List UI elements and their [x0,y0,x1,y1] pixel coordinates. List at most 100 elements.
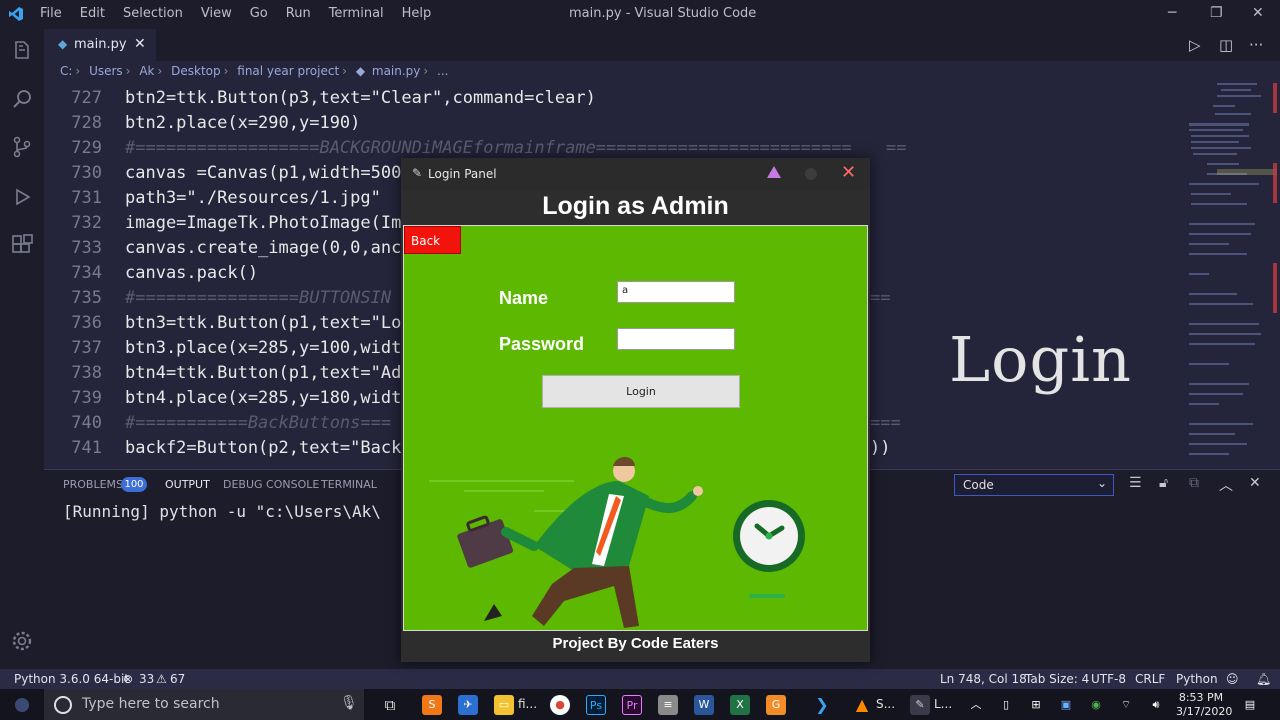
battery-icon[interactable]: ▯ [996,695,1016,715]
tab-label: main.py [74,37,127,52]
status-tab-size[interactable]: Tab Size: 4 [1025,672,1089,686]
status-encoding[interactable]: UTF-8 [1091,672,1126,686]
error-icon[interactable]: ⊗ [123,672,133,686]
maximize-icon[interactable]: ❐ [1210,5,1223,21]
taskbar-label: fi... [518,697,538,711]
close-dialog-icon[interactable]: ✕ [841,162,856,183]
status-errors[interactable]: 33 [139,672,154,686]
app-icon[interactable]: G [766,695,786,715]
excel-icon[interactable]: X [730,695,750,715]
explorer-icon[interactable] [10,39,34,63]
page-title: Login as Admin [542,192,729,220]
breadcrumb-item[interactable]: Desktop [171,64,221,78]
tab-output[interactable]: OUTPUT [165,478,210,491]
tab-problems[interactable]: PROBLEMS [63,478,123,491]
breadcrumb-item[interactable]: C: [60,64,72,78]
volume-icon[interactable]: 🔊︎ [1146,695,1166,715]
vscode-taskbar-icon[interactable]: ❯ [812,695,832,715]
task-view-icon[interactable]: ⧉ [380,695,400,715]
run-file-icon[interactable]: ▷ [1189,36,1201,54]
name-input[interactable]: a [617,281,735,303]
code-text: btn4.place(x=285,y=180,widt [125,388,402,408]
vlc-icon[interactable]: ▲ [852,695,872,715]
sublime-icon[interactable]: S [422,695,442,715]
source-control-icon[interactable] [10,135,34,159]
password-input[interactable] [617,328,735,350]
menu-selection[interactable]: Selection [123,6,183,21]
microphone-icon[interactable]: 🎙︎ [340,695,358,711]
notifications-bell-icon[interactable]: 🔔︎ [1256,672,1271,686]
status-language[interactable]: Python [1176,672,1218,686]
tab-main-py[interactable]: ◆ main.py ✕ [44,29,156,61]
breadcrumb-item[interactable]: Ak [139,64,154,78]
menu-view[interactable]: View [201,6,232,21]
tray-app-icon[interactable]: ▣ [1056,695,1076,715]
show-hidden-icons-icon[interactable]: ︿ [966,695,986,715]
app-icon[interactable]: ✈ [458,695,478,715]
cortana-icon [54,696,72,714]
menu-help[interactable]: Help [402,6,432,21]
background-login-text: Login [949,323,1132,396]
breadcrumb: C: › Users › Ak › Desktop › final year proje… [44,61,1280,83]
windows-start-icon[interactable] [14,697,30,713]
status-interpreter[interactable]: Python 3.6.0 64-bit [14,672,129,686]
code-text: #================BUTTONSIN [125,288,392,308]
clock[interactable]: 8:53 PM 3/17/2020 [1176,689,1232,719]
split-editor-icon[interactable]: ◫ [1219,36,1233,54]
search-icon[interactable] [10,87,34,111]
taskbar-search[interactable]: Type here to search 🎙︎ [44,689,364,720]
menu-go[interactable]: Go [250,6,268,21]
maximize-panel-icon[interactable]: ︿ [1219,475,1233,495]
action-center-icon[interactable]: ▤ [1240,695,1260,715]
close-panel-icon[interactable]: ✕ [1249,475,1261,491]
copy-icon[interactable]: ⧉ [1189,475,1199,491]
settings-gear-icon[interactable] [10,629,34,653]
back-button[interactable]: Back [404,226,461,254]
premiere-icon[interactable]: Pr [622,695,642,715]
code-text: btn2.place(x=290,y=190) [125,113,361,133]
tab-terminal[interactable]: TERMINAL [321,478,377,491]
wifi-icon[interactable]: ⌔ [1116,695,1136,715]
feedback-icon[interactable]: ☺ [1226,672,1239,686]
minimize-icon[interactable]: ─ [1168,5,1176,21]
extensions-icon[interactable] [10,233,34,257]
name-label: Name [499,288,549,308]
output-channel-value: Code [963,478,994,492]
file-explorer-icon[interactable]: ▭ [494,695,514,715]
python-feather-icon[interactable]: ✎ [910,695,930,715]
status-warnings[interactable]: 67 [170,672,185,686]
login-button[interactable]: Login [542,375,740,408]
search-placeholder: Type here to search [82,696,220,712]
tray-app-icon[interactable]: ◉ [1086,695,1106,715]
status-position[interactable]: Ln 748, Col 18 [940,672,1027,686]
close-tab-icon[interactable]: ✕ [134,36,146,52]
close-window-icon[interactable]: ✕ [1252,5,1264,21]
windows-icon[interactable]: ⊞ [1026,695,1046,715]
minimize-triangle-icon[interactable] [767,166,781,178]
minimap[interactable] [1187,83,1277,469]
word-icon[interactable]: W [694,695,714,715]
menu-file[interactable]: File [40,6,62,21]
lock-scroll-icon[interactable]: 🔓︎ [1159,475,1168,491]
more-actions-icon[interactable]: ··· [1249,36,1263,54]
breadcrumb-item[interactable]: ... [437,64,448,78]
maximize-dot-icon[interactable] [805,168,817,180]
tab-debug-console[interactable]: DEBUG CONSOLE [223,478,319,491]
photoshop-icon[interactable]: Ps [586,695,606,715]
run-debug-icon[interactable] [10,185,34,209]
chrome-icon[interactable]: ● [550,695,570,715]
breadcrumb-item[interactable]: main.py [372,64,421,78]
breadcrumb-item[interactable]: final year project [237,64,339,78]
problems-count-badge: 100 [121,477,147,492]
status-eol[interactable]: CRLF [1135,672,1165,686]
menu-edit[interactable]: Edit [80,6,105,21]
menu-terminal[interactable]: Terminal [329,6,384,21]
breadcrumb-item[interactable]: Users [89,64,123,78]
clear-output-icon[interactable]: ☰ [1129,475,1142,491]
code-overflow-tail: )) [870,438,891,458]
output-channel-select[interactable]: Code ⌄ [954,474,1114,496]
taskbar-label: S... [876,697,896,711]
menu-run[interactable]: Run [286,6,311,21]
database-icon[interactable]: ≡ [658,695,678,715]
warning-icon[interactable]: ⚠ [156,672,167,686]
